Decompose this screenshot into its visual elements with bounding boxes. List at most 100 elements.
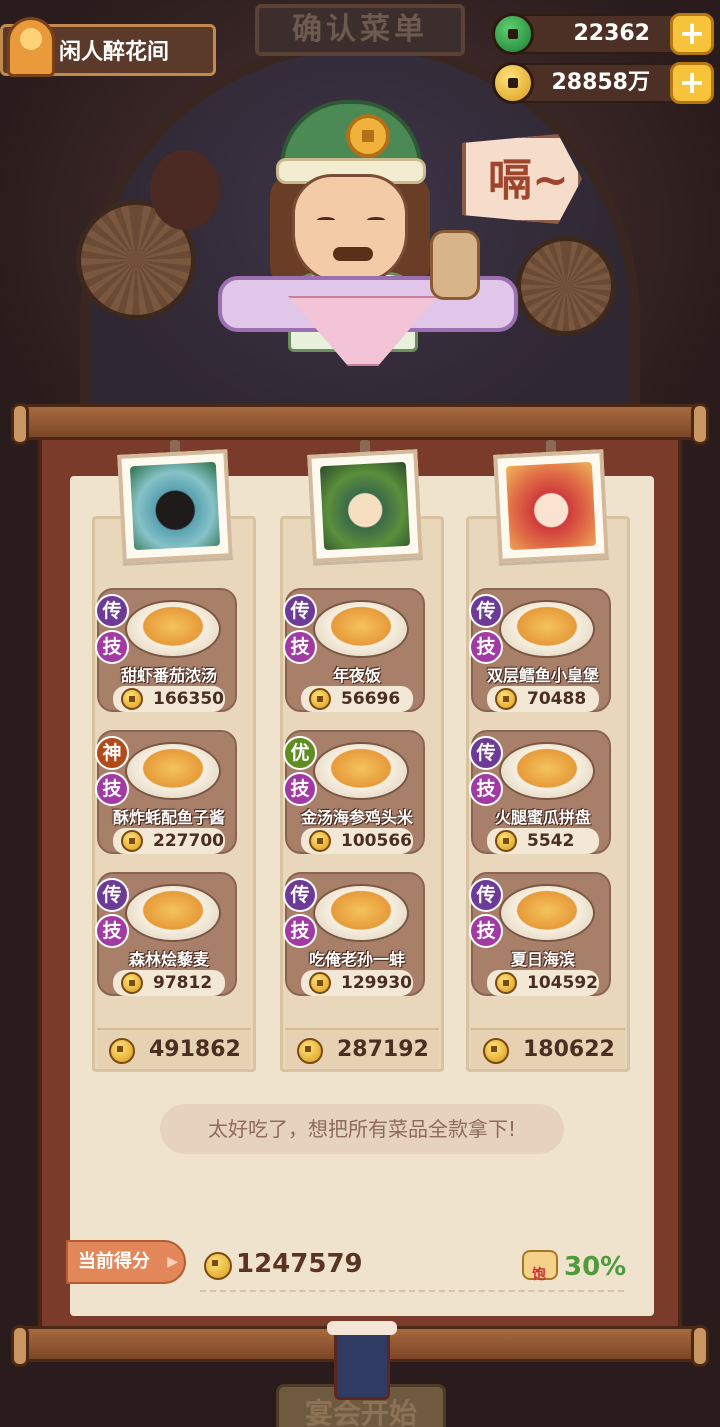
jade-coin-icon bbox=[492, 13, 534, 55]
chef-avatar-icon bbox=[505, 461, 597, 551]
column-subtotal-3: 180622 bbox=[471, 1028, 625, 1068]
chef-portrait-1[interactable] bbox=[117, 449, 233, 563]
scroll-tassel bbox=[327, 1321, 397, 1400]
total-score: 1247579 bbox=[204, 1246, 363, 1282]
dish-image bbox=[499, 742, 595, 800]
skill-badge: 技 bbox=[283, 772, 317, 806]
skill-badge: 技 bbox=[469, 914, 503, 948]
stacked-bowls bbox=[430, 230, 480, 300]
dish-name: 双层鳕鱼小皇堡 bbox=[486, 666, 599, 685]
scroll-rod-top bbox=[11, 403, 709, 445]
rank-badge: 传 bbox=[283, 594, 317, 628]
jade-amount: 22362 bbox=[573, 21, 650, 46]
right-fan-decoration bbox=[516, 236, 616, 336]
coin-icon bbox=[109, 1038, 135, 1064]
dish-image bbox=[125, 884, 221, 942]
bonus-percent: 30% bbox=[564, 1252, 627, 1282]
vase-decoration bbox=[150, 150, 220, 230]
current-score-label: 当前得分 bbox=[66, 1240, 186, 1284]
dish-price: 227700 bbox=[113, 828, 225, 854]
dish-card[interactable]: 传 技 年夜饭 56696 bbox=[283, 588, 425, 712]
dish-image bbox=[499, 884, 595, 942]
dish-price-value: 56696 bbox=[341, 689, 401, 709]
player-name: 闲人醉花间 bbox=[59, 40, 170, 65]
dish-price-value: 100566 bbox=[341, 831, 412, 851]
dish-name: 酥炸蚝配鱼子酱 bbox=[112, 808, 225, 827]
dish-image bbox=[499, 600, 595, 658]
dish-price: 70488 bbox=[487, 686, 599, 712]
dish-price-value: 5542 bbox=[527, 831, 575, 851]
rank-badge: 传 bbox=[95, 594, 129, 628]
skill-badge: 技 bbox=[469, 772, 503, 806]
coin-icon bbox=[309, 972, 331, 994]
rod-end-right bbox=[691, 403, 709, 445]
total-score-value: 1247579 bbox=[236, 1249, 363, 1279]
dish-card[interactable]: 传 技 甜虾番茄浓汤 166350 bbox=[95, 588, 237, 712]
dish-price: 56696 bbox=[301, 686, 413, 712]
dish-price-value: 129930 bbox=[341, 973, 412, 993]
dish-card[interactable]: 优 技 金汤海参鸡头米 100566 bbox=[283, 730, 425, 854]
chef-portrait-3[interactable] bbox=[493, 449, 609, 563]
dish-name: 年夜饭 bbox=[332, 666, 381, 685]
player-avatar-icon[interactable] bbox=[7, 17, 55, 77]
chef-avatar-icon bbox=[129, 461, 221, 551]
jade-currency-bar: 22362 + bbox=[492, 13, 714, 55]
skill-badge: 技 bbox=[283, 630, 317, 664]
dish-name: 甜虾番茄浓汤 bbox=[120, 666, 217, 685]
dish-price: 97812 bbox=[113, 970, 225, 996]
dish-image bbox=[125, 600, 221, 658]
gold-currency-bar: 28858万 + bbox=[492, 62, 714, 104]
dish-price: 100566 bbox=[301, 828, 413, 854]
dish-price-value: 70488 bbox=[527, 689, 587, 709]
dish-name: 金汤海参鸡头米 bbox=[300, 808, 413, 827]
rank-badge: 优 bbox=[283, 736, 317, 770]
add-gold-button[interactable]: + bbox=[670, 62, 714, 104]
coin-icon bbox=[204, 1252, 232, 1280]
subtotal-value: 287192 bbox=[337, 1037, 429, 1062]
rank-badge: 传 bbox=[469, 736, 503, 770]
rank-badge: 传 bbox=[469, 878, 503, 912]
dish-card[interactable]: 神 技 酥炸蚝配鱼子酱 227700 bbox=[95, 730, 237, 854]
coin-emblem-icon bbox=[346, 114, 390, 158]
dish-price: 129930 bbox=[301, 970, 413, 996]
add-jade-button[interactable]: + bbox=[670, 13, 714, 55]
dish-image bbox=[313, 600, 409, 658]
game-scene: 确认菜单 嗝~ 闲人醉花间 22362 + 28858万 + 传 技 甜虾番茄浓… bbox=[0, 0, 720, 1427]
rank-badge: 传 bbox=[283, 878, 317, 912]
coin-icon bbox=[495, 830, 517, 852]
dish-image bbox=[313, 742, 409, 800]
menu-sign: 确认菜单 bbox=[255, 4, 465, 56]
player-nameplate[interactable]: 闲人醉花间 bbox=[0, 17, 216, 77]
dish-card[interactable]: 传 技 双层鳕鱼小皇堡 70488 bbox=[469, 588, 611, 712]
rod-end-left bbox=[11, 1325, 29, 1367]
dish-price-value: 104592 bbox=[527, 973, 598, 993]
coin-icon bbox=[495, 972, 517, 994]
dish-card[interactable]: 传 技 夏日海滨 104592 bbox=[469, 872, 611, 996]
coin-icon bbox=[121, 830, 143, 852]
rank-badge: 传 bbox=[469, 594, 503, 628]
mustache bbox=[333, 247, 373, 261]
rank-badge: 传 bbox=[95, 878, 129, 912]
rod-end-left bbox=[11, 403, 29, 445]
coin-icon bbox=[483, 1038, 509, 1064]
coin-icon bbox=[309, 688, 331, 710]
dish-card[interactable]: 传 技 吃俺老孙一蚌 129930 bbox=[283, 872, 425, 996]
dish-price: 104592 bbox=[487, 970, 599, 996]
chef-avatar-icon bbox=[319, 461, 411, 551]
coin-icon bbox=[297, 1038, 323, 1064]
dish-name: 森林烩藜麦 bbox=[128, 950, 209, 969]
gold-coin-icon bbox=[492, 62, 534, 104]
dish-price: 5542 bbox=[487, 828, 599, 854]
dish-card[interactable]: 传 技 火腿蜜瓜拼盘 5542 bbox=[469, 730, 611, 854]
column-subtotal-2: 287192 bbox=[285, 1028, 439, 1068]
skill-badge: 技 bbox=[95, 914, 129, 948]
skill-badge: 技 bbox=[469, 630, 503, 664]
satiety-bonus[interactable]: 30% bbox=[522, 1248, 627, 1294]
dish-price: 166350 bbox=[113, 686, 225, 712]
dish-card[interactable]: 传 技 森林烩藜麦 97812 bbox=[95, 872, 237, 996]
dish-price-value: 97812 bbox=[153, 973, 213, 993]
character-face bbox=[292, 174, 408, 284]
dish-name: 火腿蜜瓜拼盘 bbox=[494, 808, 591, 827]
chef-portrait-2[interactable] bbox=[307, 449, 423, 563]
skill-badge: 技 bbox=[95, 772, 129, 806]
